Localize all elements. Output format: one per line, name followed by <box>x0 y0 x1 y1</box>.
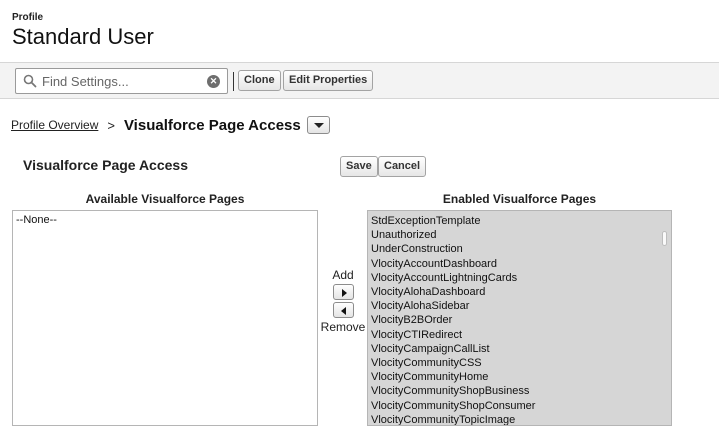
chevron-down-icon[interactable] <box>306 116 330 134</box>
arrow-left-icon[interactable] <box>332 302 354 318</box>
cancel-button[interactable]: Cancel <box>378 156 427 177</box>
list-item[interactable]: VlocityAccountDashboard <box>368 257 671 271</box>
list-item[interactable]: VlocityCommunityTopicImage <box>368 413 671 425</box>
list-item[interactable]: VlocityCommunityCSS <box>368 356 671 370</box>
scrollbar-thumb[interactable] <box>662 231 667 246</box>
arrow-right-icon[interactable] <box>332 284 354 300</box>
breadcrumb-separator: > <box>107 117 115 133</box>
breadcrumb-current: Visualforce Page Access <box>123 116 301 134</box>
list-item[interactable]: VlocityCTIRedirect <box>368 328 671 342</box>
page-eyebrow: Profile <box>12 12 44 23</box>
list-item[interactable]: VlocityAlohaSidebar <box>368 299 671 313</box>
page-title: Standard User <box>12 24 154 49</box>
page-header: Profile Standard User <box>12 12 154 49</box>
enabled-pages-list[interactable]: StdExceptionTemplate Unauthorized UnderCon… <box>367 210 672 426</box>
breadcrumb-link-profile-overview[interactable]: Profile Overview <box>11 118 98 132</box>
list-item[interactable]: VlocityCommunityHome <box>368 370 671 384</box>
list-item[interactable]: VlocityCommunityShopBusiness <box>368 384 671 398</box>
list-item[interactable]: VlocityAccountLightningCards <box>368 271 671 285</box>
list-item[interactable]: VlocityB2BOrder <box>368 313 671 327</box>
list-item[interactable]: --None-- <box>13 213 317 227</box>
section-title: Visualforce Page Access <box>23 157 188 173</box>
search-box[interactable]: ✕ <box>15 68 228 94</box>
enabled-heading: Enabled Visualforce Pages <box>442 192 597 206</box>
list-item[interactable]: Unauthorized <box>368 228 671 242</box>
breadcrumb: Profile Overview > Visualforce Page Acce… <box>11 114 330 136</box>
search-icon <box>23 74 37 88</box>
available-pages-list[interactable]: --None-- <box>12 210 318 426</box>
clear-icon[interactable]: ✕ <box>207 75 220 88</box>
add-label: Add <box>332 268 354 282</box>
list-item[interactable]: VlocityCommunityShopConsumer <box>368 399 671 413</box>
remove-label: Remove <box>320 320 366 334</box>
list-item[interactable]: StdExceptionTemplate <box>368 214 671 228</box>
toolbar-divider <box>233 72 234 91</box>
save-button[interactable]: Save <box>340 156 378 177</box>
clone-button[interactable]: Clone <box>238 70 281 91</box>
list-item[interactable]: VlocityAlohaDashboard <box>368 285 671 299</box>
search-input[interactable] <box>42 72 202 90</box>
available-heading: Available Visualforce Pages <box>85 192 245 206</box>
edit-properties-button[interactable]: Edit Properties <box>283 70 374 91</box>
mover-controls: Add Remove <box>320 268 366 334</box>
list-item[interactable]: UnderConstruction <box>368 242 671 256</box>
list-item[interactable]: VlocityCampaignCallList <box>368 342 671 356</box>
toolbar: ✕ Clone Edit Properties <box>0 62 719 99</box>
